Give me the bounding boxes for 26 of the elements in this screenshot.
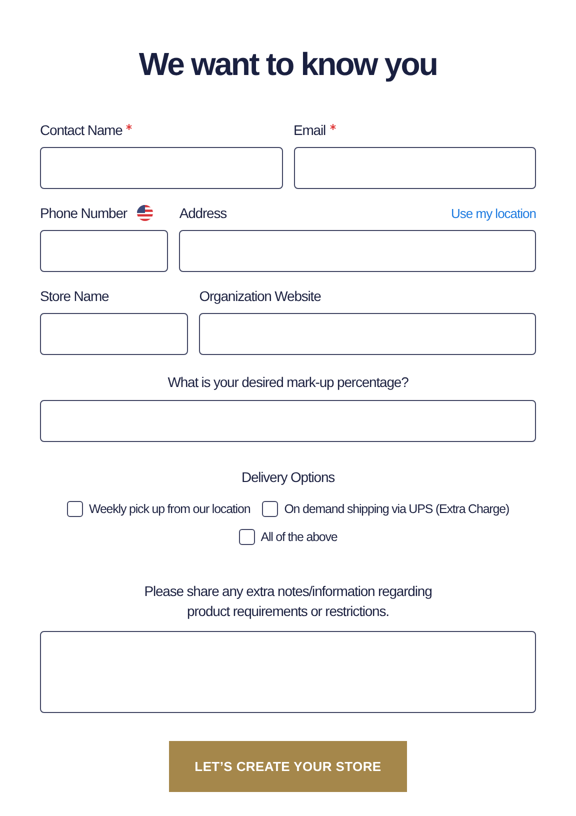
checkbox-option[interactable]: All of the above: [238, 529, 338, 545]
field-label: Address: [179, 205, 227, 221]
field-label: What is your desired mark-up percentage?: [166, 374, 410, 390]
checkbox-option[interactable]: Weekly pick up from our location: [66, 501, 250, 517]
text-field[interactable]: [199, 313, 536, 355]
text-field[interactable]: [40, 400, 536, 442]
flag-icon[interactable]: [136, 205, 153, 221]
notes-textarea[interactable]: [40, 631, 536, 713]
form-title: We want to know you: [138, 46, 438, 83]
checkbox[interactable]: [262, 501, 278, 517]
checkbox[interactable]: [238, 529, 255, 545]
text-field[interactable]: [179, 230, 536, 272]
checkbox-option[interactable]: On demand shipping via UPS (Extra Charge): [262, 501, 510, 517]
field-label: Phone Number: [40, 205, 127, 221]
field-label: Organization Website: [199, 288, 321, 304]
checkbox[interactable]: [66, 501, 83, 517]
use-location-link[interactable]: Use my location: [451, 206, 536, 220]
section-label: Delivery Options: [240, 469, 336, 485]
field-label: Please share any extra notes/information regarding product requirements or restrictions.: [143, 582, 433, 621]
field-label: Contact Name: [40, 122, 122, 138]
text-field[interactable]: [40, 230, 168, 272]
field-label: Store Name: [40, 288, 109, 304]
text-field[interactable]: [294, 147, 536, 189]
field-label: Email: [294, 122, 326, 138]
text-field[interactable]: [40, 147, 282, 189]
text-field[interactable]: [40, 313, 188, 355]
